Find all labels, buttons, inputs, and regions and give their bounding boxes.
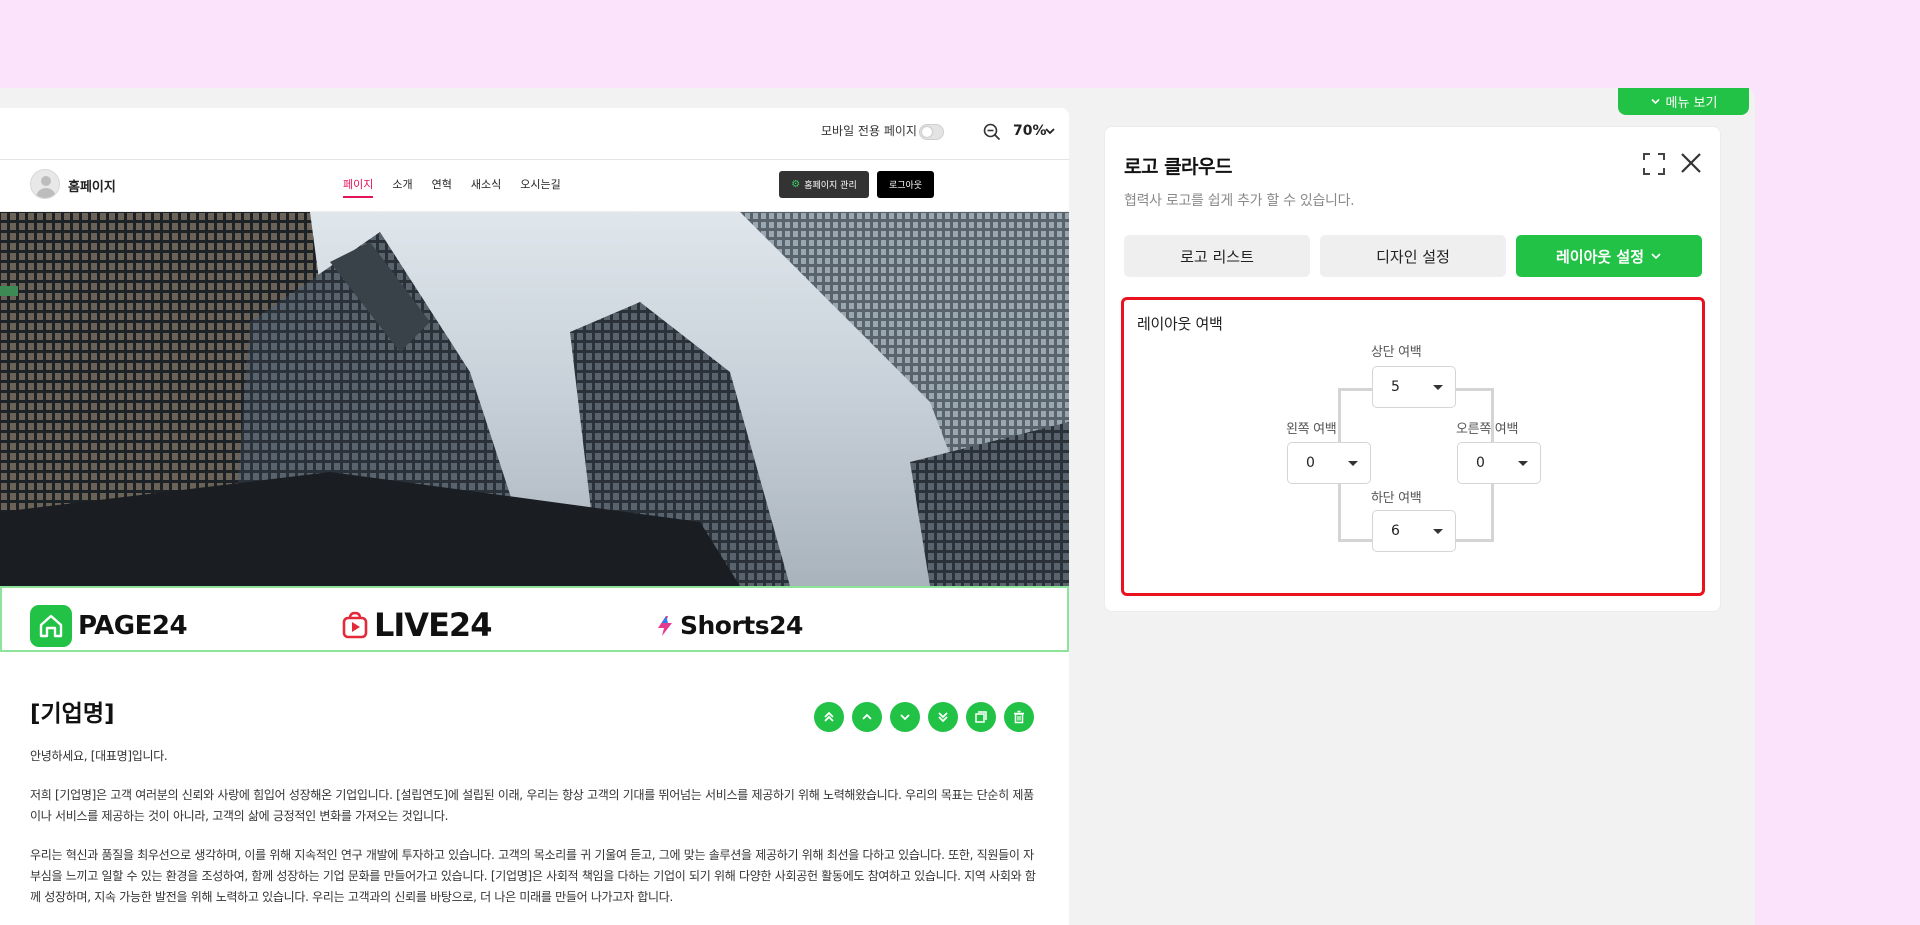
tab-logo-list[interactable]: 로고 리스트 xyxy=(1124,235,1310,277)
article-greeting: 안녕하세요, [대표명]입니다. xyxy=(30,749,168,763)
menu-view-label: 메뉴 보기 xyxy=(1665,96,1718,111)
chevron-down-icon xyxy=(900,714,910,721)
top-margin-value: 5 xyxy=(1391,379,1400,395)
move-up-button[interactable] xyxy=(852,702,882,732)
delete-button[interactable] xyxy=(1004,702,1034,732)
caret-down-icon xyxy=(1433,528,1443,534)
move-bottom-button[interactable] xyxy=(928,702,958,732)
chevron-up-icon xyxy=(862,713,872,720)
logo-page24[interactable]: PAGE24 xyxy=(30,605,188,647)
zoom-out-icon[interactable] xyxy=(983,123,1001,141)
top-margin-select[interactable]: 5 xyxy=(1372,366,1456,408)
logo-live24[interactable]: LIVE24 xyxy=(342,606,492,644)
nav-item-location[interactable]: 오시는길 xyxy=(520,176,560,198)
bottom-margin-label: 하단 여백 xyxy=(1371,491,1422,506)
expand-icon[interactable] xyxy=(1643,153,1665,175)
chevron-down-icon[interactable] xyxy=(1044,125,1056,137)
trash-icon xyxy=(1014,710,1024,724)
left-margin-select[interactable]: 0 xyxy=(1287,442,1371,484)
gear-icon: ⚙ xyxy=(791,179,801,190)
nav-item-news[interactable]: 새소식 xyxy=(471,176,501,198)
move-down-button[interactable] xyxy=(890,702,920,732)
nav-item-about[interactable]: 소개 xyxy=(392,176,412,198)
caret-down-icon xyxy=(1348,460,1358,466)
avatar xyxy=(30,169,60,199)
spark-icon xyxy=(658,615,672,636)
play-bag-icon xyxy=(342,611,368,639)
section-controls xyxy=(814,702,1034,732)
logo-live24-text: LIVE24 xyxy=(374,606,492,644)
layout-margin-label: 레이아웃 여백 xyxy=(1137,315,1223,333)
home-icon xyxy=(30,605,72,647)
panel-title: 로고 클라우드 xyxy=(1124,156,1233,178)
double-chevron-down-icon xyxy=(938,712,948,723)
tab-layout-settings[interactable]: 레이아웃 설정 xyxy=(1516,235,1702,277)
settings-tabs: 로고 리스트 디자인 설정 레이아웃 설정 xyxy=(1124,235,1702,277)
zoom-level[interactable]: 70% xyxy=(1013,123,1047,139)
chevron-down-icon xyxy=(1650,98,1660,105)
preview-toolbar: 모바일 전용 페이지 70% xyxy=(0,108,1069,160)
logo-shorts24[interactable]: Shorts24 xyxy=(654,611,803,640)
logo-cloud-strip[interactable]: PAGE24 LIVE24 Shorts24 xyxy=(0,586,1069,652)
right-margin-label: 오른쪽 여백 xyxy=(1456,422,1519,437)
logout-button[interactable]: 로그아웃 xyxy=(877,171,934,198)
caret-down-icon xyxy=(1518,460,1528,466)
right-margin-select[interactable]: 0 xyxy=(1457,442,1541,484)
tab-layout-settings-label: 레이아웃 설정 xyxy=(1555,247,1645,266)
close-icon[interactable] xyxy=(1679,151,1703,175)
homepage-manage-button[interactable]: ⚙ 홈페이지 관리 xyxy=(779,171,869,198)
chevron-down-icon xyxy=(1651,253,1661,260)
article-paragraph-2: 우리는 혁신과 품질을 최우선으로 생각하며, 이를 위해 지속적인 연구 개발… xyxy=(30,848,1036,904)
panel-subtitle: 협력사 로고를 쉽게 추가 할 수 있습니다. xyxy=(1124,193,1355,209)
copy-icon xyxy=(975,711,987,723)
top-margin-label: 상단 여백 xyxy=(1371,345,1422,360)
site-header: 홈페이지 페이지 소개 연혁 새소식 오시는길 ⚙ 홈페이지 관리 로그아웃 xyxy=(0,160,1069,212)
right-margin-value: 0 xyxy=(1476,455,1485,471)
bottom-margin-select[interactable]: 6 xyxy=(1372,510,1456,552)
homepage-manage-label: 홈페이지 관리 xyxy=(804,181,857,191)
logo-shorts24-text: Shorts24 xyxy=(680,611,803,640)
move-top-button[interactable] xyxy=(814,702,844,732)
article: [기업명] 안녕하세요, [대표명]입니다. 저희 [기업명]은 고객 여러분의… xyxy=(0,652,1069,908)
layout-margin-section: 레이아웃 여백 상단 여백 5 왼쪽 여백 0 오른쪽 여백 0 하단 여백 6 xyxy=(1121,297,1705,596)
left-margin-label: 왼쪽 여백 xyxy=(1286,422,1337,437)
logo-cloud-panel: 로고 클라우드 협력사 로고를 쉽게 추가 할 수 있습니다. 로고 리스트 디… xyxy=(1104,126,1721,612)
duplicate-button[interactable] xyxy=(966,702,996,732)
logo-page24-text: PAGE24 xyxy=(78,611,188,641)
menu-view-button[interactable]: 메뉴 보기 xyxy=(1618,88,1749,115)
left-margin-value: 0 xyxy=(1306,455,1315,471)
double-chevron-up-icon xyxy=(824,711,834,722)
article-paragraph-1: 저희 [기업명]은 고객 여러분의 신뢰와 사랑에 힘입어 성장해온 기업입니다… xyxy=(30,788,1034,823)
caret-down-icon xyxy=(1433,384,1443,390)
page-preview: 모바일 전용 페이지 70% 홈페이지 페이지 소개 연혁 새소식 오시는길 ⚙… xyxy=(0,108,1069,925)
city-buildings-image xyxy=(0,212,1069,586)
mobile-only-toggle[interactable] xyxy=(919,124,944,140)
mobile-only-label: 모바일 전용 페이지 xyxy=(821,124,917,138)
site-nav: 페이지 소개 연혁 새소식 오시는길 xyxy=(343,176,561,198)
tab-design-settings[interactable]: 디자인 설정 xyxy=(1320,235,1506,277)
nav-item-page[interactable]: 페이지 xyxy=(343,176,374,198)
hero-image xyxy=(0,212,1069,586)
site-name[interactable]: 홈페이지 xyxy=(68,176,116,195)
nav-item-history[interactable]: 연혁 xyxy=(432,176,452,198)
bottom-margin-value: 6 xyxy=(1391,523,1400,539)
